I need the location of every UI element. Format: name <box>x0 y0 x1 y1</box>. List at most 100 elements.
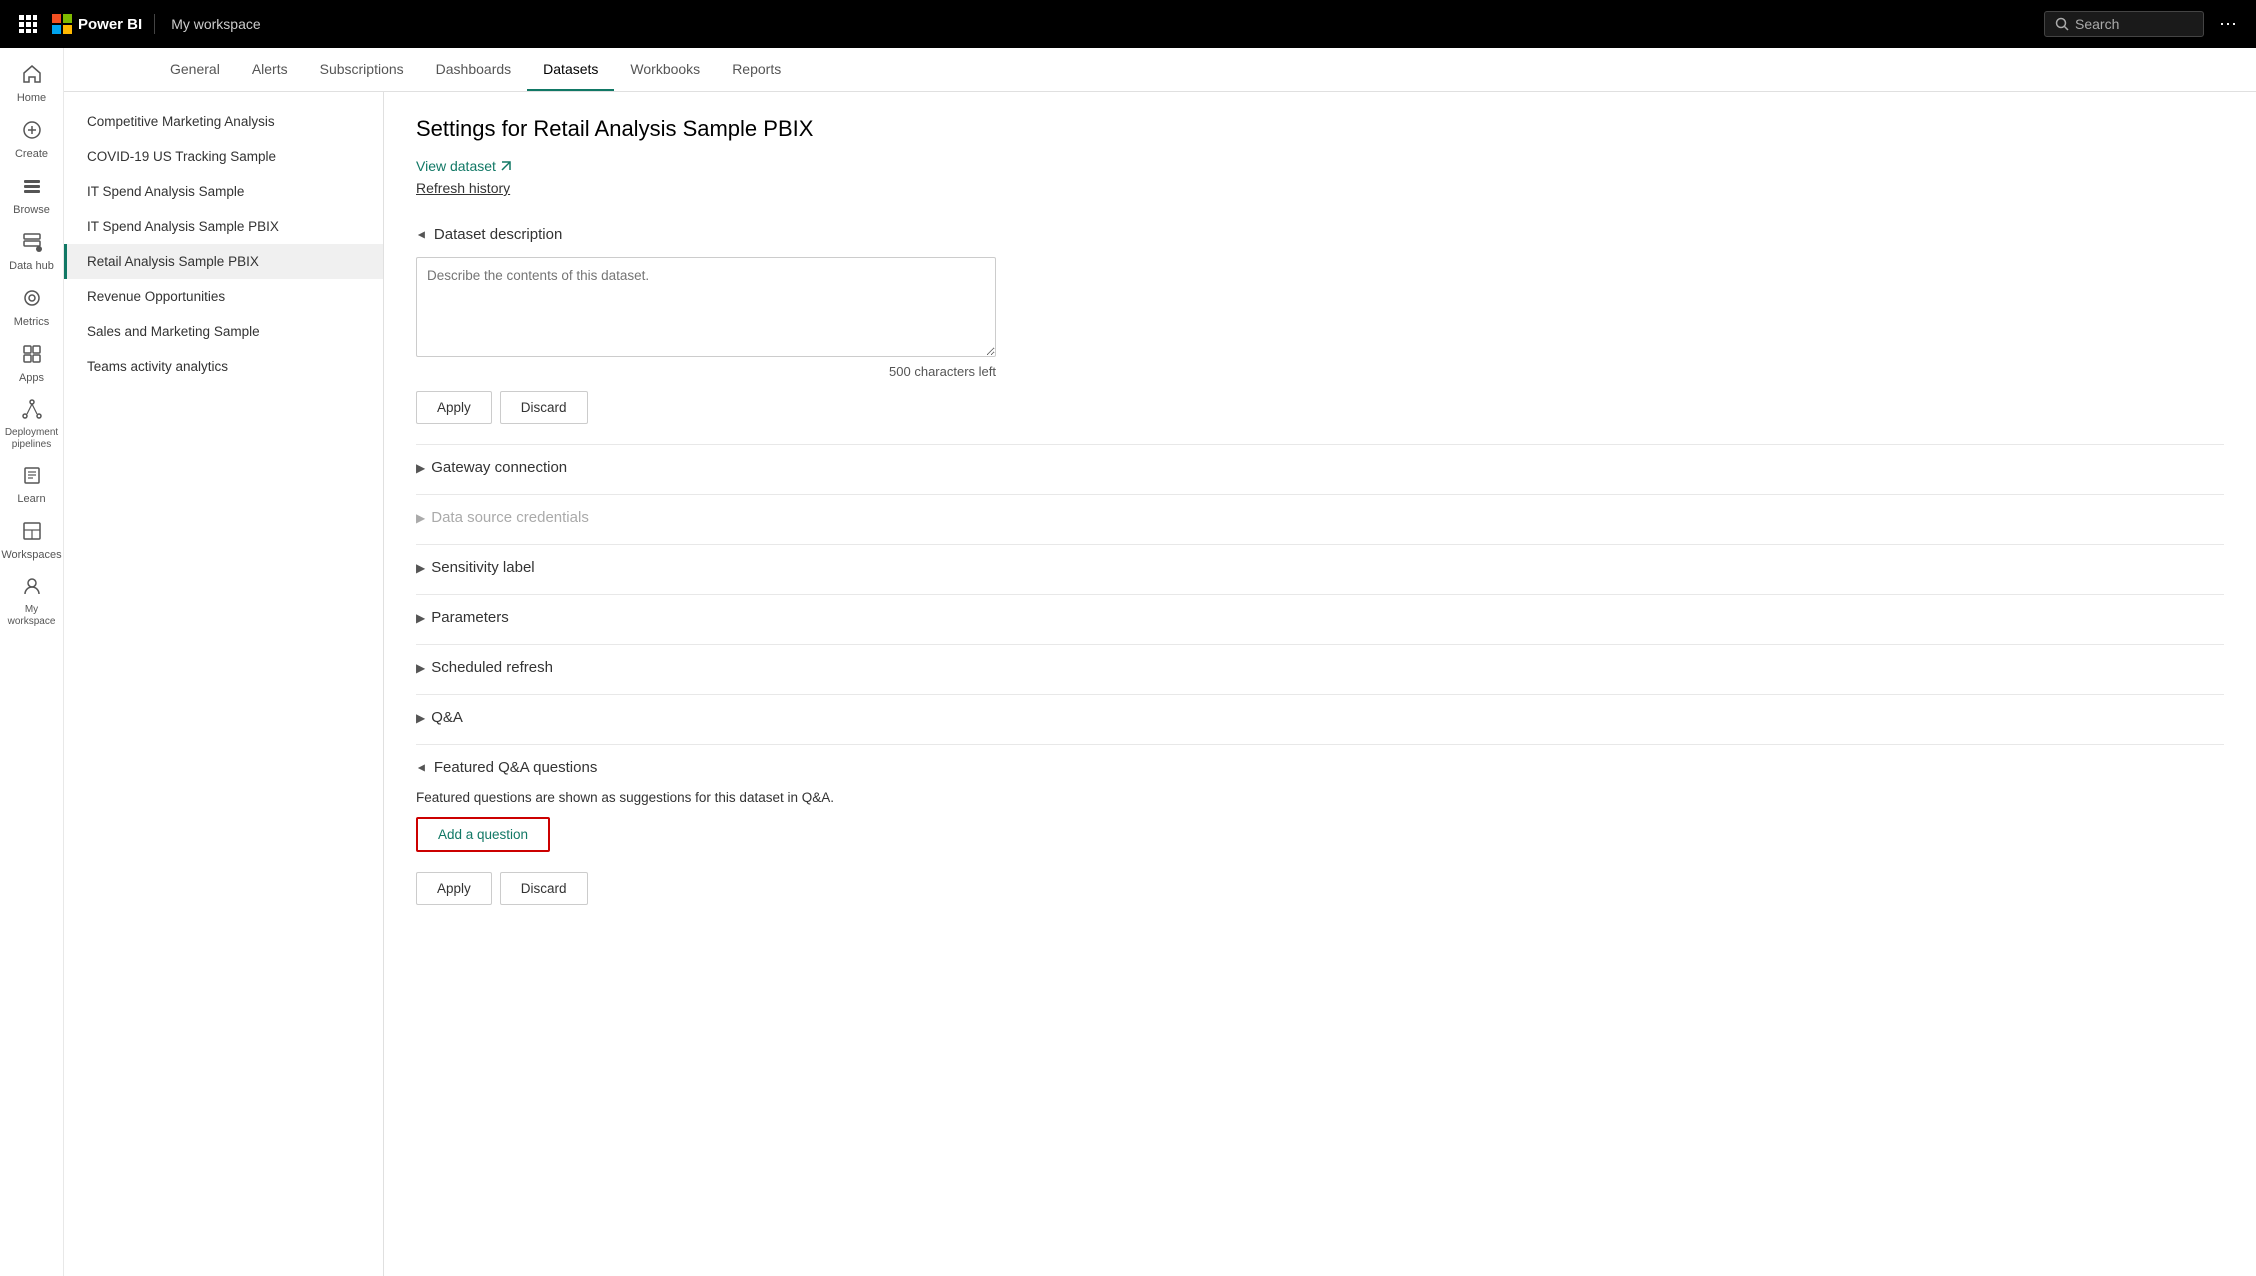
view-dataset-link[interactable]: View dataset <box>416 158 512 174</box>
sidebar-item-workspaces[interactable]: Workspaces <box>4 513 60 569</box>
sidebar-item-metrics-label: Metrics <box>14 316 49 329</box>
section-sensitivity: ▶ Sensitivity label <box>416 549 2224 586</box>
section-featured-qanda-header[interactable]: ▼ Featured Q&A questions <box>416 749 2224 786</box>
section-arrow-scheduled-refresh: ▶ <box>416 661 425 675</box>
dataset-item-retail[interactable]: Retail Analysis Sample PBIX <box>64 244 383 279</box>
section-dataset-description-header[interactable]: ▼ Dataset description <box>416 216 2224 253</box>
section-featured-qanda-content: Featured questions are shown as suggesti… <box>416 786 2224 917</box>
section-arrow-datasource: ▶ <box>416 511 425 525</box>
logo: Power BI <box>52 14 155 34</box>
section-gateway-header[interactable]: ▶ Gateway connection <box>416 449 2224 486</box>
sidebar-item-apps-label: Apps <box>19 372 44 385</box>
section-datasource-label: Data source credentials <box>431 509 589 526</box>
char-count: 500 characters left <box>416 364 996 379</box>
section-dataset-description: ▼ Dataset description 500 characters lef… <box>416 216 2224 436</box>
browse-icon <box>21 175 43 201</box>
sidebar-item-deployment[interactable]: Deployment pipelines <box>4 392 60 457</box>
tab-general[interactable]: General <box>154 49 236 91</box>
sidebar-item-home[interactable]: Home <box>4 56 60 112</box>
description-discard-button[interactable]: Discard <box>500 391 588 424</box>
section-sensitivity-label: Sensitivity label <box>431 559 534 576</box>
section-datasource-header[interactable]: ▶ Data source credentials <box>416 499 2224 536</box>
dataset-item-teams[interactable]: Teams activity analytics <box>64 349 383 384</box>
dataset-item-itspend[interactable]: IT Spend Analysis Sample <box>64 174 383 209</box>
sidebar-item-metrics[interactable]: Metrics <box>4 280 60 336</box>
settings-title: Settings for Retail Analysis Sample PBIX <box>416 116 2224 142</box>
microsoft-logo <box>52 14 72 34</box>
grid-icon[interactable] <box>12 8 44 40</box>
myworkspace-icon <box>21 575 43 601</box>
featured-qanda-apply-button[interactable]: Apply <box>416 872 492 905</box>
divider-3 <box>416 544 2224 545</box>
section-arrow-featured-qanda: ▼ <box>415 762 429 774</box>
section-parameters-label: Parameters <box>431 609 509 626</box>
sidebar-item-apps[interactable]: Apps <box>4 336 60 392</box>
metrics-icon <box>21 287 43 313</box>
section-arrow-sensitivity: ▶ <box>416 561 425 575</box>
sidebar-item-myworkspace[interactable]: My workspace <box>4 569 60 634</box>
tab-subscriptions[interactable]: Subscriptions <box>304 49 420 91</box>
tab-datasets[interactable]: Datasets <box>527 49 614 91</box>
tab-dashboards[interactable]: Dashboards <box>420 49 528 91</box>
divider-7 <box>416 744 2224 745</box>
section-dataset-description-content: 500 characters left Apply Discard <box>416 253 2224 436</box>
section-parameters-header[interactable]: ▶ Parameters <box>416 599 2224 636</box>
dataset-description-textarea[interactable] <box>416 257 996 357</box>
section-scheduled-refresh-header[interactable]: ▶ Scheduled refresh <box>416 649 2224 686</box>
section-arrow-parameters: ▶ <box>416 611 425 625</box>
sidebar-item-create-label: Create <box>15 148 48 161</box>
more-options-button[interactable]: ⋯ <box>2212 8 2244 40</box>
settings-content: Settings for Retail Analysis Sample PBIX… <box>384 92 2256 1276</box>
section-parameters: ▶ Parameters <box>416 599 2224 636</box>
description-apply-button[interactable]: Apply <box>416 391 492 424</box>
deployment-icon <box>21 398 43 424</box>
description-btn-row: Apply Discard <box>416 391 2224 424</box>
product-name: Power BI <box>78 16 142 33</box>
section-dataset-description-label: Dataset description <box>434 226 562 243</box>
tab-alerts[interactable]: Alerts <box>236 49 304 91</box>
create-icon <box>21 119 43 145</box>
dataset-item-revenue[interactable]: Revenue Opportunities <box>64 279 383 314</box>
section-scheduled-refresh-label: Scheduled refresh <box>431 659 553 676</box>
sidebar-item-create[interactable]: Create <box>4 112 60 168</box>
section-arrow-qanda: ▶ <box>416 711 425 725</box>
sidebar-item-datahub-label: Data hub <box>9 260 54 273</box>
main-layout: Home Create Browse <box>0 48 2256 1276</box>
dataset-item-itspendpbix[interactable]: IT Spend Analysis Sample PBIX <box>64 209 383 244</box>
search-placeholder: Search <box>2075 16 2119 32</box>
section-arrow-gateway: ▶ <box>416 461 425 475</box>
topbar: Power BI My workspace Search ⋯ <box>0 0 2256 48</box>
sidebar-item-browse[interactable]: Browse <box>4 168 60 224</box>
tabs-row: General Alerts Subscriptions Dashboards … <box>64 48 2256 92</box>
tab-reports[interactable]: Reports <box>716 49 797 91</box>
dataset-item-covid[interactable]: COVID-19 US Tracking Sample <box>64 139 383 174</box>
workspaces-icon <box>21 520 43 546</box>
section-sensitivity-header[interactable]: ▶ Sensitivity label <box>416 549 2224 586</box>
section-gateway: ▶ Gateway connection <box>416 449 2224 486</box>
tab-workbooks[interactable]: Workbooks <box>614 49 716 91</box>
section-qanda-label: Q&A <box>431 709 463 726</box>
apps-icon <box>21 343 43 369</box>
add-question-button[interactable]: Add a question <box>416 817 550 852</box>
home-icon <box>21 63 43 89</box>
section-gateway-label: Gateway connection <box>431 459 567 476</box>
divider-6 <box>416 694 2224 695</box>
divider-4 <box>416 594 2224 595</box>
sidebar-item-learn[interactable]: Learn <box>4 457 60 513</box>
section-datasource: ▶ Data source credentials <box>416 499 2224 536</box>
sidebar-item-datahub[interactable]: Data hub <box>4 224 60 280</box>
section-qanda-header[interactable]: ▶ Q&A <box>416 699 2224 736</box>
dataset-list: Competitive Marketing Analysis COVID-19 … <box>64 92 384 1276</box>
dataset-item-sales[interactable]: Sales and Marketing Sample <box>64 314 383 349</box>
section-arrow-description: ▼ <box>415 229 429 241</box>
search-box[interactable]: Search <box>2044 11 2204 37</box>
sidebar-item-browse-label: Browse <box>13 204 50 217</box>
dataset-item-competitive[interactable]: Competitive Marketing Analysis <box>64 104 383 139</box>
featured-qanda-discard-button[interactable]: Discard <box>500 872 588 905</box>
featured-qanda-btn-row: Apply Discard <box>416 872 2224 905</box>
sidebar-item-myworkspace-label: My workspace <box>8 604 56 628</box>
workspace-name[interactable]: My workspace <box>171 16 260 32</box>
datahub-icon <box>21 231 43 257</box>
refresh-history-link[interactable]: Refresh history <box>416 180 2224 196</box>
main-area: Competitive Marketing Analysis COVID-19 … <box>64 92 2256 1276</box>
